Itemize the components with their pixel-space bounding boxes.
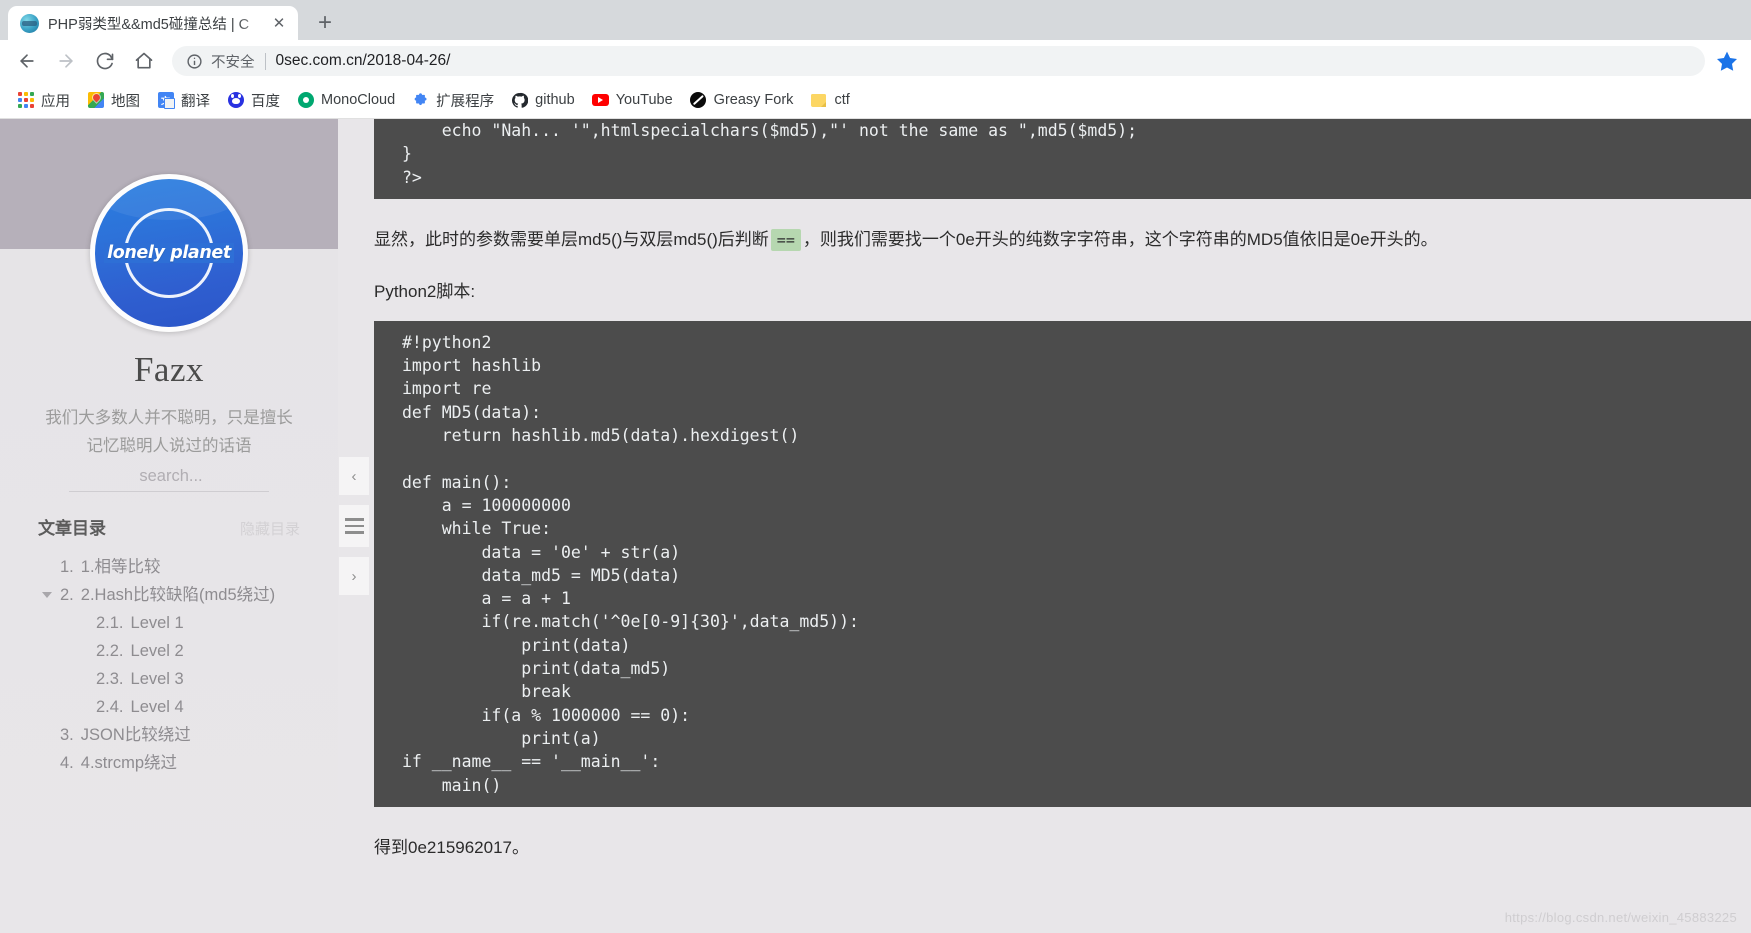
back-button[interactable] — [10, 44, 44, 78]
bookmark-github[interactable]: github — [504, 87, 582, 113]
github-icon — [511, 92, 529, 109]
forward-button[interactable] — [49, 44, 83, 78]
info-circle-icon[interactable] — [186, 53, 203, 70]
toc-subitem-2-4[interactable]: 2.4. Level 4 — [38, 693, 300, 721]
toc-item-4[interactable]: 4. 4.strcmp绕过 — [38, 749, 300, 777]
toc-number: 2. — [60, 586, 74, 604]
toc-label: JSON比较绕过 — [80, 726, 191, 744]
greasy-fork-icon — [690, 92, 707, 109]
article-content: echo "Nah... '",htmlspecialchars($md5),"… — [338, 119, 1751, 933]
bookmark-maps[interactable]: 地图 — [80, 87, 147, 113]
apps-grid-icon — [17, 92, 34, 109]
globe-favicon — [20, 13, 39, 33]
paragraph-python-label: Python2脚本: — [374, 281, 476, 301]
bookmark-greasy-fork[interactable]: Greasy Fork — [683, 87, 801, 113]
bookmark-label: 翻译 — [181, 93, 210, 110]
toc-label: 1.相等比较 — [80, 558, 161, 576]
search-input[interactable] — [69, 466, 273, 487]
toc-item-1[interactable]: 1. 1.相等比较 — [38, 553, 300, 581]
paragraph-text-before: 显然，此时的参数需要单层md5()与双层md5()后判断 — [374, 229, 769, 249]
toc-title: 文章目录 — [38, 519, 106, 538]
close-icon[interactable]: ✕ — [268, 12, 290, 34]
author-name: Fazx — [133, 350, 205, 389]
collapse-sidebar-button[interactable]: ‹ — [339, 457, 369, 495]
toc-label: Level 1 — [130, 614, 184, 632]
paragraph-result: 得到0e215962017。 — [374, 837, 530, 857]
folder-icon — [810, 92, 827, 109]
bookmark-label: 扩展程序 — [436, 93, 495, 110]
bookmark-label: 地图 — [111, 93, 140, 110]
bookmark-label: Greasy Fork — [713, 92, 794, 108]
toc-number: 2.1. — [96, 614, 124, 632]
tab-strip: PHP弱类型&&md5碰撞总结 | C ✕ + — [0, 0, 1751, 40]
toc-subitem-2-2[interactable]: 2.2. Level 2 — [38, 637, 300, 665]
bookmark-label: github — [535, 92, 575, 108]
home-button[interactable] — [127, 44, 161, 78]
puzzle-extension-icon — [412, 92, 429, 109]
bookmark-folder-ctf[interactable]: ctf — [803, 87, 856, 113]
omnibox-divider — [264, 52, 266, 70]
bookmark-label: YouTube — [615, 92, 673, 108]
monocloud-icon — [297, 92, 314, 109]
avatar-label: lonely planet — [104, 243, 234, 263]
reload-button[interactable] — [88, 44, 122, 78]
url-text: 0sec.com.cn/2018-04-26/ — [275, 52, 451, 69]
bookmark-label: ctf — [834, 92, 850, 108]
site-motto: 我们大多数人并不聪明，只是擅长记忆聪明人说过的话语 — [45, 409, 293, 455]
toc-label: Level 3 — [130, 670, 184, 688]
youtube-icon — [591, 92, 609, 109]
toc-subitem-2-1[interactable]: 2.1. Level 1 — [38, 609, 300, 637]
expand-sidebar-button[interactable]: › — [339, 557, 369, 595]
toc-toggle-button[interactable]: 隐藏目录 — [240, 518, 300, 539]
bookmark-translate[interactable]: 文 翻译 — [150, 87, 217, 113]
python-code-block[interactable]: #!python2 import hashlib import re def M… — [374, 320, 1751, 807]
inline-code-equals: == — [770, 228, 801, 251]
new-tab-button[interactable]: + — [308, 8, 342, 38]
paragraph-text-after: ，则我们需要找一个0e开头的纯数字字符串，这个字符串的MD5值依旧是0e开头的。 — [802, 229, 1438, 249]
toc-label: 2.Hash比较缺陷(md5绕过) — [80, 586, 276, 604]
bookmark-apps[interactable]: 应用 — [10, 87, 77, 113]
toc-number: 2.4. — [96, 698, 124, 716]
toc-subitem-2-3[interactable]: 2.3. Level 3 — [38, 665, 300, 693]
browser-tab[interactable]: PHP弱类型&&md5碰撞总结 | C ✕ — [8, 6, 298, 40]
bookmark-monocloud[interactable]: MonoCloud — [290, 87, 402, 113]
toc-number: 3. — [60, 726, 74, 744]
bookmark-label: 百度 — [251, 93, 280, 110]
sidebar-drag-handle[interactable] — [339, 505, 369, 547]
chevron-down-icon[interactable] — [42, 592, 52, 598]
bookmark-label: 应用 — [41, 93, 70, 110]
google-translate-icon: 文 — [157, 92, 175, 109]
toc-number: 2.3. — [96, 670, 124, 688]
bookmark-baidu[interactable]: 百度 — [220, 87, 287, 113]
browser-window: PHP弱类型&&md5碰撞总结 | C ✕ + 不安全 0sec.com.cn/… — [0, 0, 1751, 933]
toc-item-3[interactable]: 3. JSON比较绕过 — [38, 721, 300, 749]
security-status: 不安全 — [211, 54, 255, 71]
toc-number: 1. — [60, 558, 74, 576]
toc-label: Level 4 — [130, 698, 184, 716]
tab-title: PHP弱类型&&md5碰撞总结 | C — [48, 16, 250, 33]
browser-toolbar: 不安全 0sec.com.cn/2018-04-26/ — [0, 40, 1751, 82]
blog-sidebar: lonely planet Fazx 我们大多数人并不聪明，只是擅长记忆聪明人说… — [0, 119, 338, 933]
paragraph-explanation: 显然，此时的参数需要单层md5()与双层md5()后判断 == ，则我们需要找一个0… — [374, 225, 1751, 255]
toc-item-2[interactable]: 2. 2.Hash比较缺陷(md5绕过) — [38, 581, 300, 609]
watermark: https://blog.csdn.net/weixin_45883225 — [1504, 910, 1737, 925]
toc-header: 文章目录 隐藏目录 — [38, 514, 300, 539]
bookmark-label: MonoCloud — [321, 92, 396, 108]
toc-number: 2.2. — [96, 642, 124, 660]
avatar: lonely planet — [90, 174, 248, 332]
bookmark-extensions[interactable]: 扩展程序 — [405, 87, 501, 113]
google-maps-icon — [87, 92, 104, 109]
search-box[interactable] — [69, 466, 273, 492]
star-icon[interactable] — [1715, 49, 1739, 73]
toc-label: 4.strcmp绕过 — [80, 754, 178, 772]
toc-label: Level 2 — [130, 642, 184, 660]
page-viewport: lonely planet Fazx 我们大多数人并不聪明，只是擅长记忆聪明人说… — [0, 119, 1751, 933]
baidu-icon — [227, 92, 244, 109]
bookmark-youtube[interactable]: YouTube — [585, 87, 680, 113]
bookmarks-bar: 应用 地图 文 翻译 百度 MonoCloud 扩展程序 github YouT… — [0, 82, 1751, 119]
php-code-block[interactable]: echo "Nah... '",htmlspecialchars($md5),"… — [374, 119, 1751, 199]
toc-number: 4. — [60, 754, 74, 772]
address-bar[interactable]: 不安全 0sec.com.cn/2018-04-26/ — [172, 46, 1705, 76]
toc-list: 1. 1.相等比较 2. 2.Hash比较缺陷(md5绕过) 2.1. Leve… — [38, 553, 300, 777]
